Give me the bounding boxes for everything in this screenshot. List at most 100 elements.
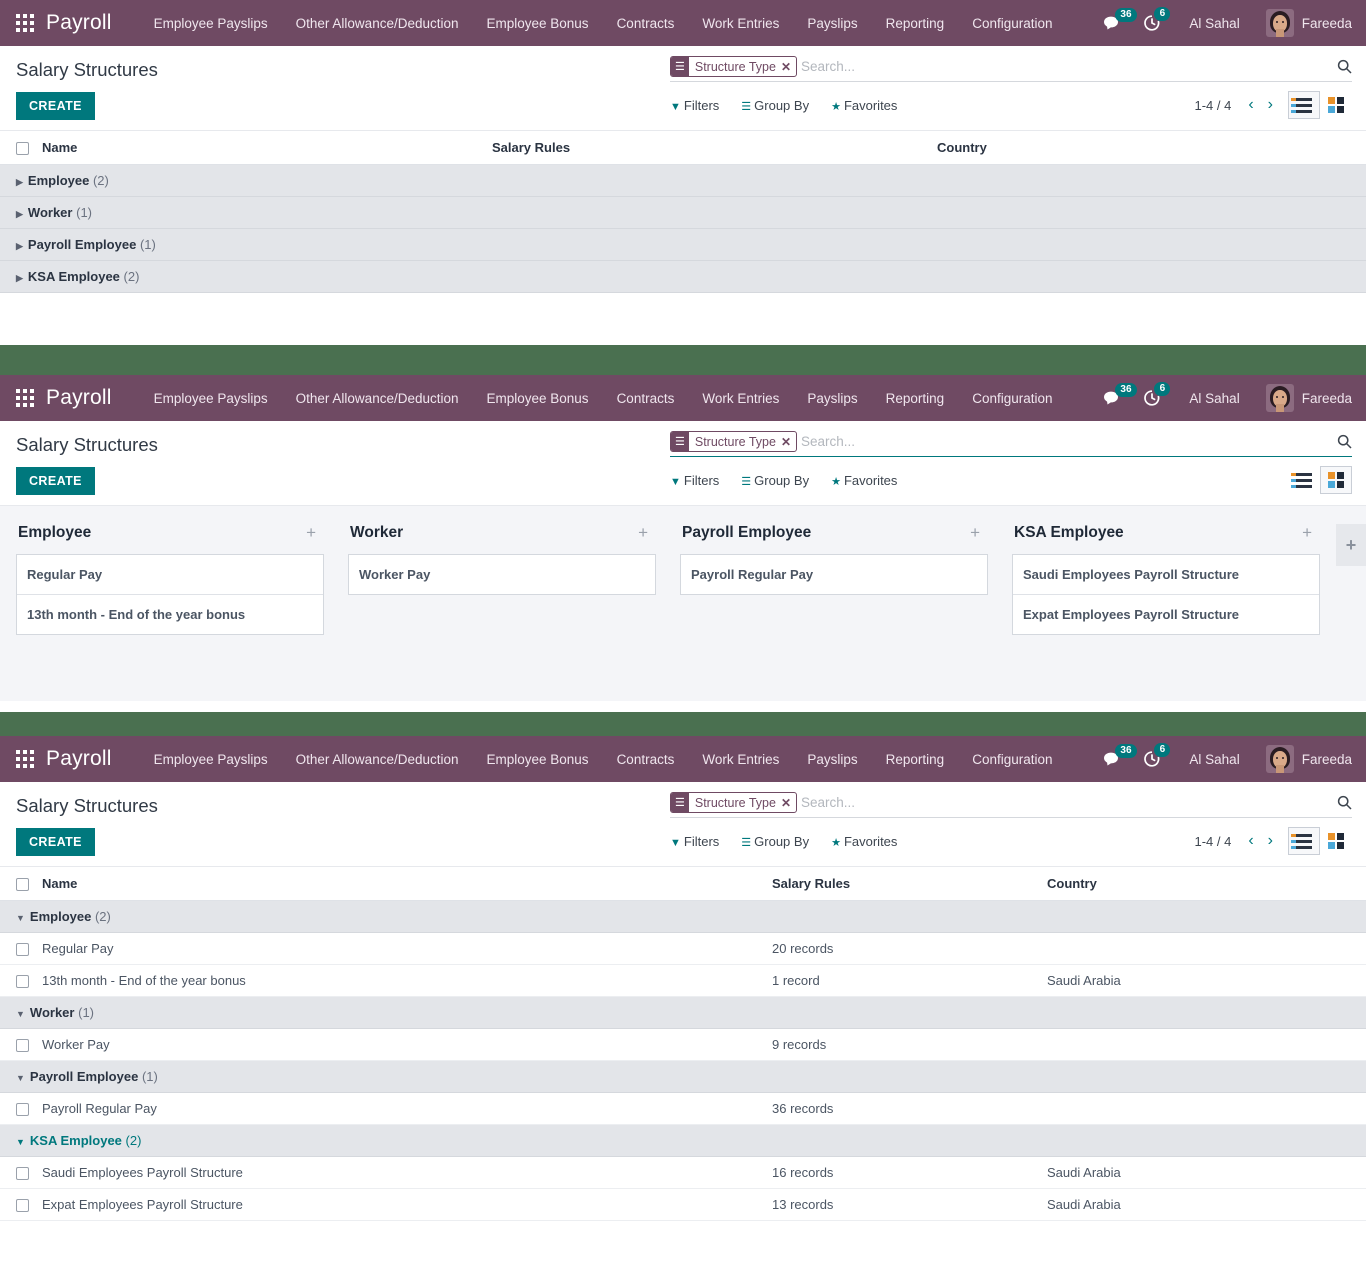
groupby-button[interactable]: ☰ Group By — [741, 98, 809, 113]
add-column-button[interactable]: + — [1336, 524, 1366, 566]
nav-employee-payslips[interactable]: Employee Payslips — [140, 0, 282, 46]
nav-work-entries[interactable]: Work Entries — [688, 375, 793, 421]
chevron-left-icon[interactable]: ‹ — [1241, 96, 1260, 114]
favorites-button[interactable]: ★ Favorites — [831, 98, 897, 113]
company-switcher[interactable]: Al Sahal — [1189, 391, 1239, 406]
user-menu[interactable]: Fareeda — [1265, 745, 1352, 773]
group-header-cell[interactable]: ▼ Employee (2) — [0, 900, 1366, 934]
group-header-cell[interactable]: ▼ KSA Employee (2) — [0, 1124, 1366, 1158]
kanban-column-title[interactable]: Payroll Employee — [682, 524, 811, 542]
create-button[interactable]: CREATE — [16, 467, 95, 495]
group-header-row[interactable]: ▼ Employee (2) — [0, 900, 1366, 934]
clock-activity-icon[interactable]: 6 — [1143, 382, 1171, 407]
table-row[interactable]: Worker Pay 9 records — [0, 1028, 1366, 1062]
row-checkbox[interactable] — [16, 943, 29, 957]
table-row[interactable]: Saudi Employees Payroll Structure 16 reco… — [0, 1156, 1366, 1190]
nav-other-allowance-deduction[interactable]: Other Allowance/Deduction — [282, 736, 473, 782]
search-input[interactable] — [801, 56, 1329, 77]
search-input[interactable] — [801, 792, 1329, 813]
table-row[interactable]: Regular Pay 20 records — [0, 932, 1366, 966]
kanban-card[interactable]: Payroll Regular Pay — [681, 555, 987, 594]
create-button[interactable]: CREATE — [16, 92, 95, 120]
favorites-button[interactable]: ★ Favorites — [831, 834, 897, 849]
column-country[interactable]: Country — [1039, 867, 1366, 902]
nav-configuration[interactable]: Configuration — [958, 736, 1066, 782]
nav-payslips[interactable]: Payslips — [793, 0, 871, 46]
close-icon[interactable]: ✕ — [781, 432, 796, 451]
nav-configuration[interactable]: Configuration — [958, 0, 1066, 46]
kanban-column-title[interactable]: Employee — [18, 524, 91, 542]
row-checkbox[interactable] — [16, 1039, 29, 1053]
group-header-row[interactable]: ▼ Worker (1) — [0, 996, 1366, 1030]
group-header-row[interactable]: ▼ KSA Employee (2) — [0, 1124, 1366, 1158]
group-header-cell[interactable]: ▶ Payroll Employee (1) — [0, 228, 1366, 262]
plus-icon[interactable]: + — [638, 524, 654, 541]
pager-counter[interactable]: 1-4 / 4 — [1194, 98, 1231, 113]
column-name[interactable]: Name — [34, 131, 484, 166]
search-facet-structure-type[interactable]: ☰ Structure Type ✕ — [670, 431, 797, 452]
pager-counter[interactable]: 1-4 / 4 — [1194, 834, 1231, 849]
search-icon[interactable] — [1329, 434, 1352, 449]
close-icon[interactable]: ✕ — [781, 57, 796, 76]
filters-button[interactable]: ▼ Filters — [670, 473, 719, 488]
nav-configuration[interactable]: Configuration — [958, 375, 1066, 421]
nav-other-allowance-deduction[interactable]: Other Allowance/Deduction — [282, 375, 473, 421]
kanban-view-icon[interactable] — [1320, 466, 1352, 494]
kanban-view-icon[interactable] — [1320, 827, 1352, 855]
apps-grid-icon[interactable] — [16, 389, 34, 407]
column-name[interactable]: Name — [34, 867, 764, 902]
app-brand[interactable]: Payroll — [46, 11, 112, 35]
kanban-card[interactable]: Expat Employees Payroll Structure — [1013, 595, 1319, 634]
nav-employee-payslips[interactable]: Employee Payslips — [140, 375, 282, 421]
kanban-card[interactable]: 13th month - End of the year bonus — [17, 595, 323, 634]
kanban-card[interactable]: Worker Pay — [349, 555, 655, 594]
filters-button[interactable]: ▼ Filters — [670, 834, 719, 849]
table-row[interactable]: Payroll Regular Pay 36 records — [0, 1092, 1366, 1126]
nav-payslips[interactable]: Payslips — [793, 736, 871, 782]
search-input[interactable] — [801, 431, 1329, 452]
close-icon[interactable]: ✕ — [781, 793, 796, 812]
nav-work-entries[interactable]: Work Entries — [688, 0, 793, 46]
nav-reporting[interactable]: Reporting — [872, 736, 959, 782]
plus-icon[interactable]: + — [1302, 524, 1318, 541]
nav-payslips[interactable]: Payslips — [793, 375, 871, 421]
search-icon[interactable] — [1329, 795, 1352, 810]
group-header-cell[interactable]: ▶ Worker (1) — [0, 196, 1366, 230]
select-all-checkbox[interactable] — [16, 142, 29, 156]
row-checkbox[interactable] — [16, 1167, 29, 1181]
kanban-card[interactable]: Saudi Employees Payroll Structure — [1013, 555, 1319, 595]
table-row[interactable]: 13th month - End of the year bonus 1 reco… — [0, 964, 1366, 998]
plus-icon[interactable]: + — [970, 524, 986, 541]
nav-contracts[interactable]: Contracts — [603, 736, 689, 782]
row-checkbox[interactable] — [16, 975, 29, 989]
nav-contracts[interactable]: Contracts — [603, 0, 689, 46]
search-facet-structure-type[interactable]: ☰ Structure Type ✕ — [670, 792, 797, 813]
nav-reporting[interactable]: Reporting — [872, 0, 959, 46]
filters-button[interactable]: ▼ Filters — [670, 98, 719, 113]
nav-work-entries[interactable]: Work Entries — [688, 736, 793, 782]
select-all-checkbox[interactable] — [16, 878, 29, 892]
app-brand[interactable]: Payroll — [46, 747, 112, 771]
group-header-row[interactable]: ▶ KSA Employee (2) — [0, 260, 1366, 294]
nav-employee-bonus[interactable]: Employee Bonus — [473, 375, 603, 421]
group-header-row[interactable]: ▶ Worker (1) — [0, 196, 1366, 230]
search-icon[interactable] — [1329, 59, 1352, 74]
column-country[interactable]: Country — [929, 131, 1366, 166]
clock-activity-icon[interactable]: 6 — [1143, 743, 1171, 768]
nav-employee-bonus[interactable]: Employee Bonus — [473, 0, 603, 46]
row-checkbox[interactable] — [16, 1103, 29, 1117]
groupby-button[interactable]: ☰ Group By — [741, 473, 809, 488]
group-header-cell[interactable]: ▶ KSA Employee (2) — [0, 260, 1366, 294]
group-header-cell[interactable]: ▼ Worker (1) — [0, 996, 1366, 1030]
chat-bubble-icon[interactable]: 36 — [1104, 8, 1137, 31]
nav-contracts[interactable]: Contracts — [603, 375, 689, 421]
list-view-icon[interactable] — [1288, 827, 1320, 855]
nav-reporting[interactable]: Reporting — [872, 375, 959, 421]
chevron-left-icon[interactable]: ‹ — [1241, 832, 1260, 850]
user-menu[interactable]: Fareeda — [1265, 9, 1352, 37]
create-button[interactable]: CREATE — [16, 828, 95, 856]
favorites-button[interactable]: ★ Favorites — [831, 473, 897, 488]
apps-grid-icon[interactable] — [16, 750, 34, 768]
kanban-view-icon[interactable] — [1320, 91, 1352, 119]
table-row[interactable]: Expat Employees Payroll Structure 13 reco… — [0, 1188, 1366, 1222]
